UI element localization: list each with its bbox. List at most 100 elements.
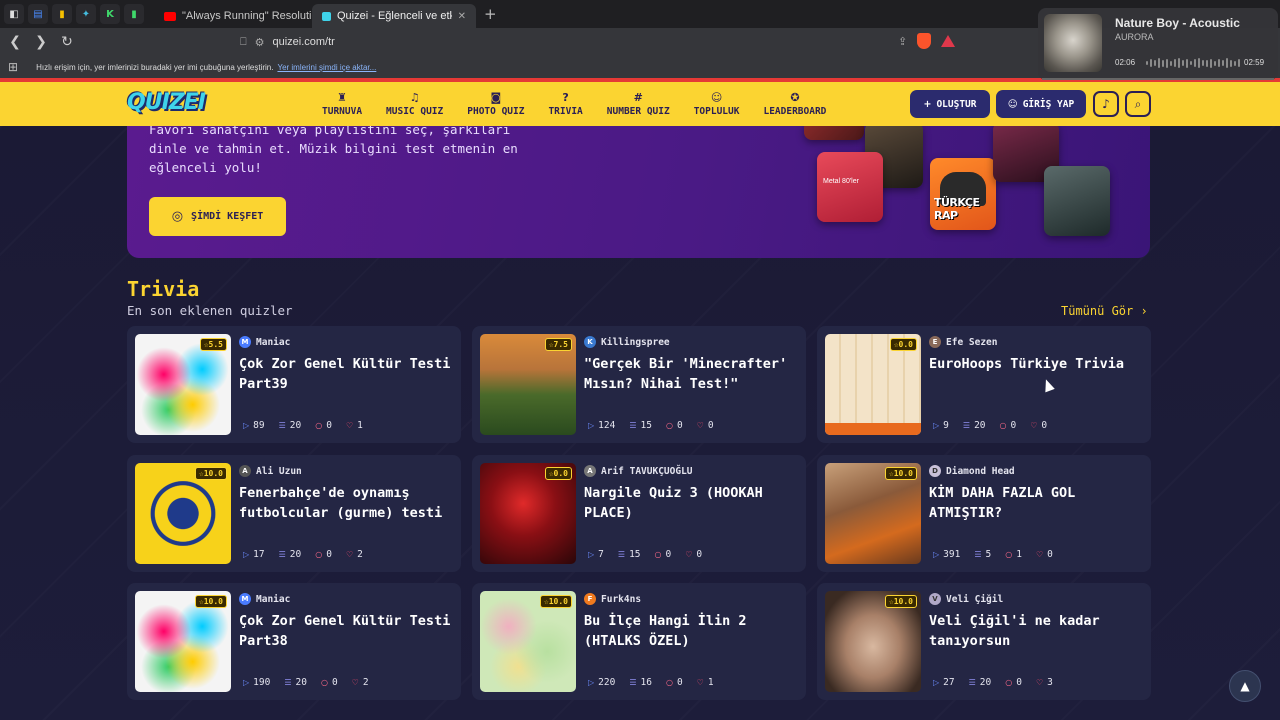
avatar: A — [239, 465, 251, 477]
quiz-card[interactable]: ☆10.0 F Furk4ns Bu İlçe Hangi İlin 2 (HT… — [472, 583, 806, 700]
comments-count: 0 — [326, 420, 332, 431]
pinned-tab-docs-icon[interactable]: ▤ — [28, 4, 48, 24]
quiz-author[interactable]: D Diamond Head — [929, 465, 1015, 477]
quiz-author[interactable]: V Veli Çiğil — [929, 593, 1003, 605]
quiz-author[interactable]: M Maniac — [239, 593, 290, 605]
share-icon[interactable]: ⇪ — [898, 35, 907, 48]
quiz-card[interactable]: ☆10.0 A Ali Uzun Fenerbahçe'de oynamış f… — [127, 455, 461, 572]
quiz-title[interactable]: Bu İlçe Hangi İlin 2 (HTALKS ÖZEL) — [584, 611, 800, 651]
brave-shield-icon[interactable] — [917, 33, 932, 49]
quiz-title[interactable]: Çok Zor Genel Kültür Testi Part39 — [239, 354, 455, 394]
playlist-card-turkce-rap[interactable]: TÜRKÇE RAP — [930, 158, 996, 230]
nav-item-leaderboard[interactable]: ✪ LEADERBOARD — [753, 82, 836, 126]
tab-quizei[interactable]: Quizei - Eğlenceli ve etkileşimli quiz..… — [312, 4, 476, 28]
nav-item-photo-quiz[interactable]: ◙ PHOTO QUIZ — [457, 82, 534, 126]
quiz-card[interactable]: ☆0.0 E Efe Sezen EuroHoops Türkiye Trivi… — [817, 326, 1151, 443]
quiz-title[interactable]: Nargile Quiz 3 (HOOKAH PLACE) — [584, 483, 800, 523]
nav-label: TRIVIA — [548, 106, 583, 117]
playlist-card-metal[interactable]: Metal 80'ler — [817, 152, 883, 222]
nav-item-number-quiz[interactable]: # NUMBER QUIZ — [597, 82, 680, 126]
create-button[interactable]: + OLUŞTUR — [910, 90, 990, 118]
search-button[interactable]: ⌕ — [1125, 91, 1151, 117]
heart-icon: ♡ — [685, 550, 693, 559]
login-button[interactable]: ☺ GİRİŞ YAP — [996, 90, 1086, 118]
quiz-title[interactable]: Çok Zor Genel Kültür Testi Part38 — [239, 611, 455, 651]
quiz-title[interactable]: Veli Çiğil'i ne kadar tanıyorsun — [929, 611, 1145, 651]
quiz-stats: ▷ 190 ☰ 20 ○ 0 ♡ 2 — [243, 677, 369, 688]
tab-youtube[interactable]: "Always Running" Resolution 1295 / ... — [154, 4, 312, 28]
nav-item-trivia[interactable]: ? TRIVIA — [538, 82, 592, 126]
quiz-author[interactable]: F Furk4ns — [584, 593, 641, 605]
quiz-author[interactable]: M Maniac — [239, 336, 290, 348]
heart-icon: ♡ — [1035, 678, 1044, 687]
rewards-triangle-icon[interactable] — [941, 35, 956, 47]
play-icon: ▷ — [243, 421, 250, 430]
question-list-icon: ☰ — [974, 550, 982, 559]
nav-item-turnuva[interactable]: ♜ TURNUVA — [312, 82, 372, 126]
quiz-author[interactable]: K Killingspree — [584, 336, 670, 348]
quiz-card[interactable]: ☆10.0 D Diamond Head KİM DAHA FAZLA GOL … — [817, 455, 1151, 572]
forward-icon[interactable]: ❯ — [30, 34, 52, 50]
quiz-author[interactable]: A Arif TAVUKÇUOĞLU — [584, 465, 693, 477]
hero-line: eğlenceli yolu! — [149, 160, 262, 175]
url-field[interactable]: ⎕ ⚙ quizei.com/tr — [240, 31, 966, 53]
quiz-card[interactable]: ☆7.5 K Killingspree "Gerçek Bir 'Minecra… — [472, 326, 806, 443]
playlist-card[interactable] — [1044, 166, 1110, 236]
scroll-to-top-button[interactable]: ▲ — [1229, 670, 1261, 702]
see-all-link[interactable]: Tümünü Gör › — [1061, 304, 1148, 318]
quiz-card[interactable]: ☆10.0 V Veli Çiğil Veli Çiğil'i ne kadar… — [817, 583, 1151, 700]
import-bookmarks-link[interactable]: Yer imlerini şimdi içe aktar... — [277, 63, 376, 72]
explore-label: ŞİMDİ KEŞFET — [191, 211, 264, 222]
comments-count: 0 — [676, 420, 683, 431]
notifications-button[interactable]: ♪ — [1093, 91, 1119, 117]
nav-item-topluluk[interactable]: ☺ TOPLULUK — [684, 82, 750, 126]
likes-count: 0 — [1047, 549, 1053, 560]
media-duration: 02:59 — [1244, 58, 1265, 67]
rating-badge: ☆10.0 — [194, 595, 227, 608]
apps-grid-icon[interactable]: ⊞ — [8, 60, 18, 74]
media-waveform[interactable] — [1146, 57, 1242, 69]
quiz-author[interactable]: A Ali Uzun — [239, 465, 302, 477]
quizei-logo[interactable]: QUIZEI — [127, 90, 206, 115]
quiz-title[interactable]: "Gerçek Bir 'Minecrafter' Mısın? Nihai T… — [584, 354, 800, 394]
likes-count: 2 — [357, 549, 363, 560]
media-artist: AURORA — [1115, 32, 1154, 42]
hero-description: Favori sanatçını veya playlistini seç, ş… — [149, 126, 529, 177]
pinned-tab-sparkle-icon[interactable]: ✦ — [76, 4, 96, 24]
explore-now-button[interactable]: ◎ ŞİMDİ KEŞFET — [149, 197, 286, 236]
reload-icon[interactable]: ↻ — [56, 34, 78, 50]
pinned-tab-icon[interactable]: ◧ — [4, 4, 24, 24]
bookmark-icon[interactable]: ⎕ — [240, 35, 247, 49]
site-info-icon[interactable]: ⚙ — [255, 36, 265, 49]
media-title: Nature Boy - Acoustic — [1115, 16, 1240, 30]
bookmarks-hint: Hızlı erişim için, yer imlerinizi burada… — [36, 62, 274, 72]
quiz-title[interactable]: Fenerbahçe'de oynamış futbolcular (gurme… — [239, 483, 455, 523]
nav-item-music-quiz[interactable]: ♫ MUSIC QUIZ — [376, 82, 453, 126]
quiz-card[interactable]: ☆5.5 M Maniac Çok Zor Genel Kültür Testi… — [127, 326, 461, 443]
pinned-tab-k-icon[interactable]: K — [100, 4, 120, 24]
comment-icon: ○ — [665, 678, 673, 687]
quiz-title[interactable]: EuroHoops Türkiye Trivia — [929, 354, 1145, 374]
author-name: Ali Uzun — [256, 465, 302, 477]
plays-count: 27 — [943, 677, 955, 688]
youtube-icon — [164, 11, 176, 21]
back-icon[interactable]: ❮ — [4, 34, 26, 50]
likes-count: 1 — [357, 420, 363, 431]
media-controls-popup[interactable]: Nature Boy - Acoustic AURORA 02:06 02:59 — [1038, 8, 1278, 80]
plays-count: 124 — [598, 420, 616, 431]
playlist-card[interactable] — [804, 126, 864, 140]
quiz-card[interactable]: ☆0.0 A Arif TAVUKÇUOĞLU Nargile Quiz 3 (… — [472, 455, 806, 572]
quiz-card[interactable]: ☆10.0 M Maniac Çok Zor Genel Kültür Test… — [127, 583, 461, 700]
new-tab-icon[interactable]: + — [484, 5, 497, 23]
media-progress-bar[interactable] — [1042, 78, 1274, 80]
nav-label: LEADERBOARD — [763, 106, 827, 117]
pinned-tab-chart-icon[interactable]: ▮ — [52, 4, 72, 24]
heart-icon: ♡ — [345, 421, 354, 430]
plus-icon: + — [923, 98, 932, 110]
create-label: OLUŞTUR — [936, 98, 977, 110]
pinned-tab-bars-icon[interactable]: ▮ — [124, 4, 144, 24]
quiz-title[interactable]: KİM DAHA FAZLA GOL ATMIŞTIR? — [929, 483, 1145, 523]
quiz-thumbnail: ☆10.0 — [825, 591, 921, 692]
close-tab-icon[interactable]: ✕ — [458, 11, 466, 22]
quiz-author[interactable]: E Efe Sezen — [929, 336, 997, 348]
